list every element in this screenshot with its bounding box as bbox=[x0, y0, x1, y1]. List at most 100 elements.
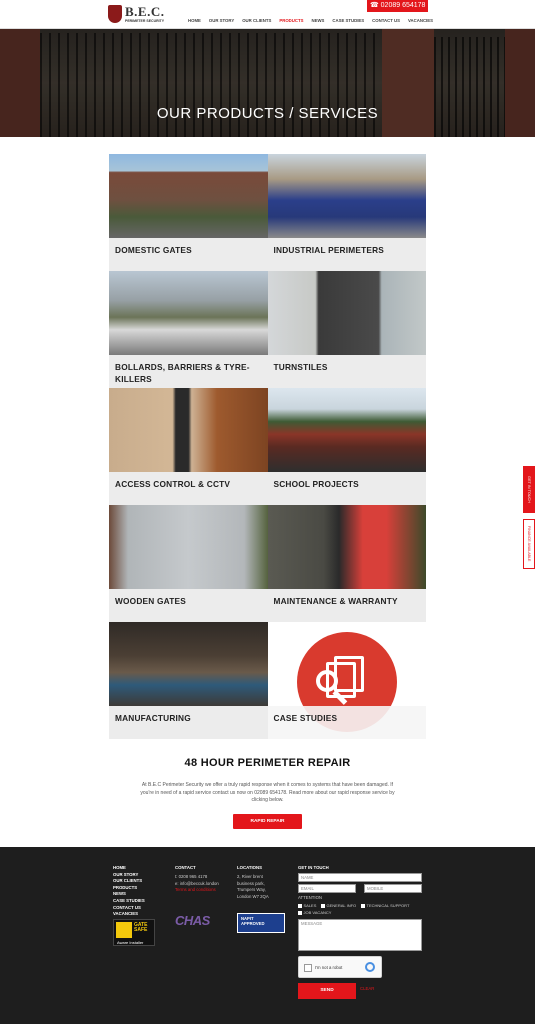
keypad-photo bbox=[109, 388, 268, 472]
address-line: London W7 2QA bbox=[237, 893, 269, 899]
turnstile-photo bbox=[267, 271, 426, 355]
send-button[interactable]: SEND bbox=[298, 983, 356, 999]
email-field[interactable]: EMAIL bbox=[298, 884, 356, 893]
captcha-label: I'm not a robot bbox=[315, 965, 343, 970]
footer-nav: HOME OUR STORY OUR CLIENTS PRODUCTS NEWS… bbox=[113, 865, 145, 918]
footer-link-vacancies[interactable]: VACANCIES bbox=[113, 911, 145, 918]
logo[interactable]: B.E.C. PERIMETER SECURITY bbox=[108, 4, 168, 26]
product-tile-industrial-perimeters[interactable]: INDUSTRIAL PERIMETERS bbox=[267, 154, 426, 271]
site-footer: HOME OUR STORY OUR CLIENTS PRODUCTS NEWS… bbox=[0, 847, 535, 1024]
address-line: Trumpers Way, bbox=[237, 887, 266, 892]
get-in-touch-tab[interactable]: GET IN TOUCH bbox=[523, 466, 535, 513]
tile-label: CASE STUDIES bbox=[267, 706, 426, 739]
napit-badge: NAPIT APPROVED bbox=[237, 913, 285, 933]
gate-safe-caption: Aware Installer bbox=[117, 940, 144, 945]
site-header: B.E.C. PERIMETER SECURITY ☎ 02089 654178… bbox=[0, 0, 535, 29]
repair-heading: 48 HOUR PERIMETER REPAIR bbox=[184, 757, 351, 769]
locations-heading: LOCATIONS bbox=[237, 865, 262, 870]
get-in-touch-heading: GET IN TOUCH bbox=[298, 865, 329, 870]
checkbox-technical-support[interactable]: TECHNICAL SUPPORT bbox=[361, 903, 409, 908]
nav-contact-us[interactable]: CONTACT US bbox=[372, 17, 400, 25]
checkbox-general-info[interactable]: GENERAL INFO bbox=[321, 903, 356, 908]
checkbox-job-vacancy[interactable]: JOB VACANCY bbox=[298, 910, 331, 915]
attention-label: ATTENTION bbox=[298, 895, 323, 900]
tile-label: WOODEN GATES bbox=[109, 589, 268, 622]
footer-link-news[interactable]: NEWS bbox=[113, 891, 145, 898]
checkbox-icon bbox=[361, 903, 365, 908]
hero-banner: OUR PRODUCTS / SERVICES bbox=[0, 29, 535, 137]
clear-link[interactable]: CLEAR bbox=[360, 986, 374, 991]
footer-link-home[interactable]: HOME bbox=[113, 865, 145, 872]
product-tile-manufacturing[interactable]: MANUFACTURING bbox=[109, 622, 268, 739]
checkbox-label: JOB VACANCY bbox=[303, 910, 332, 915]
repair-text: At B.E.C Perimeter Security we offer a t… bbox=[140, 782, 395, 803]
tile-label: SCHOOL PROJECTS bbox=[267, 472, 426, 505]
product-tile-school-projects[interactable]: SCHOOL PROJECTS bbox=[267, 388, 426, 505]
engineer-photo bbox=[267, 505, 426, 589]
nav-products[interactable]: PRODUCTS bbox=[279, 17, 303, 25]
product-tile-access-control[interactable]: ACCESS CONTROL & CCTV bbox=[109, 388, 268, 505]
captcha-checkbox[interactable] bbox=[304, 964, 312, 972]
tile-label: MANUFACTURING bbox=[109, 706, 268, 739]
gate-safe-word: SAFE bbox=[134, 927, 148, 933]
checkbox-icon bbox=[298, 903, 302, 908]
gate-safe-text: GATE SAFE bbox=[134, 923, 148, 933]
product-tile-domestic-gates[interactable]: DOMESTIC GATES bbox=[109, 154, 268, 271]
footer-link-contact-us[interactable]: CONTACT US bbox=[113, 905, 145, 912]
tile-label: DOMESTIC GATES bbox=[109, 238, 268, 271]
chas-badge: CHAS bbox=[175, 913, 210, 928]
main-nav: HOME OUR STORY OUR CLIENTS PRODUCTS NEWS… bbox=[188, 17, 433, 25]
phone-button[interactable]: ☎ 02089 654178 bbox=[367, 0, 428, 12]
recaptcha-icon bbox=[365, 962, 375, 972]
blue-fence-photo bbox=[267, 154, 426, 238]
tile-label: INDUSTRIAL PERIMETERS bbox=[267, 238, 426, 271]
checkbox-icon bbox=[298, 910, 302, 915]
checkbox-label: SALES bbox=[303, 903, 317, 908]
checkbox-label: TECHNICAL SUPPORT bbox=[366, 903, 410, 908]
checkbox-label: GENERAL INFO bbox=[326, 903, 357, 908]
address: 2, River brent business park, Trumpers W… bbox=[237, 874, 269, 900]
barrier-photo bbox=[109, 271, 268, 355]
wooden-gate-photo bbox=[109, 505, 268, 589]
school-gate-photo bbox=[267, 388, 426, 472]
workshop-photo bbox=[109, 622, 268, 706]
footer-link-case-studies[interactable]: CASE STUDIES bbox=[113, 898, 145, 905]
shield-logo-icon bbox=[108, 5, 122, 23]
product-tile-case-studies[interactable]: CASE STUDIES bbox=[267, 622, 426, 739]
tile-label: BOLLARDS, BARRIERS & TYRE-KILLERS bbox=[109, 355, 268, 388]
gate-safe-logo-icon bbox=[116, 922, 132, 938]
tile-label: ACCESS CONTROL & CCTV bbox=[109, 472, 268, 505]
message-field[interactable]: MESSAGE bbox=[298, 919, 422, 951]
page-title: OUR PRODUCTS / SERVICES bbox=[156, 105, 379, 122]
recaptcha[interactable]: I'm not a robot bbox=[298, 956, 382, 978]
nav-our-clients[interactable]: OUR CLIENTS bbox=[242, 17, 271, 25]
product-tile-turnstiles[interactable]: TURNSTILES bbox=[267, 271, 426, 388]
mobile-field[interactable]: MOBILE bbox=[364, 884, 422, 893]
logo-tagline: PERIMETER SECURITY bbox=[125, 19, 165, 23]
magnifier-icon bbox=[315, 670, 338, 692]
brick-pillar-gate-photo bbox=[109, 154, 268, 238]
product-tile-wooden-gates[interactable]: WOODEN GATES bbox=[109, 505, 268, 622]
nav-vacancies[interactable]: VACANCIES bbox=[408, 17, 433, 25]
product-tile-bollards[interactable]: BOLLARDS, BARRIERS & TYRE-KILLERS bbox=[109, 271, 268, 388]
rapid-repair-button[interactable]: RAPID REPAIR bbox=[233, 814, 302, 829]
nav-our-story[interactable]: OUR STORY bbox=[209, 17, 234, 25]
nav-home[interactable]: HOME bbox=[188, 17, 201, 25]
terms-link[interactable]: Terms and conditions bbox=[175, 887, 216, 894]
footer-link-our-story[interactable]: OUR STORY bbox=[113, 872, 145, 879]
logo-name: B.E.C. bbox=[125, 4, 165, 19]
nav-case-studies[interactable]: CASE STUDIES bbox=[332, 17, 364, 25]
product-tile-maintenance[interactable]: MAINTENANCE & WARRANTY bbox=[267, 505, 426, 622]
finance-tab[interactable]: FINANCE AVAILABLE bbox=[523, 519, 535, 569]
checkbox-sales[interactable]: SALES bbox=[298, 903, 316, 908]
napit-approved-text: APPROVED bbox=[241, 921, 265, 926]
contact-heading: CONTACT bbox=[175, 865, 196, 870]
footer-link-our-clients[interactable]: OUR CLIENTS bbox=[113, 878, 145, 885]
footer-link-products[interactable]: PRODUCTS bbox=[113, 885, 145, 892]
nav-news[interactable]: NEWS bbox=[311, 17, 324, 25]
tile-label: MAINTENANCE & WARRANTY bbox=[267, 589, 426, 622]
products-grid: DOMESTIC GATES INDUSTRIAL PERIMETERS BOL… bbox=[109, 154, 426, 739]
gate-safe-badge: GATE SAFE Aware Installer bbox=[113, 919, 155, 946]
checkbox-icon bbox=[321, 903, 325, 908]
name-field[interactable]: NAME bbox=[298, 873, 422, 882]
